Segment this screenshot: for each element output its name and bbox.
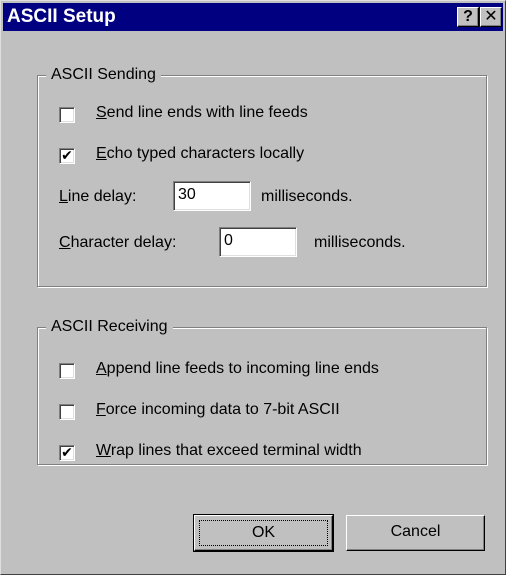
append-linefeeds-label[interactable]: Append line feeds to incoming line ends	[96, 360, 379, 378]
line-delay-accesskey: L	[59, 188, 68, 205]
close-button[interactable]: ✕	[480, 7, 502, 27]
char-delay-text: haracter delay:	[70, 234, 177, 251]
line-delay-unit: milliseconds.	[261, 188, 353, 205]
wrap-text: rap lines that exceed terminal width	[110, 442, 362, 459]
ok-button-label: OK	[199, 520, 328, 546]
line-ends-checkbox[interactable]	[59, 107, 75, 123]
ascii-setup-dialog: ASCII Setup ? ✕ ASCII Sending Send line …	[0, 0, 506, 575]
ascii-receiving-legend: ASCII Receiving	[46, 317, 173, 337]
ok-button[interactable]: OK	[193, 514, 334, 552]
line-ends-accesskey: S	[96, 104, 107, 121]
line-delay-input[interactable]: 30	[173, 181, 251, 211]
append-text: ppend line feeds to incoming line ends	[106, 360, 379, 377]
line-ends-text: end line ends with line feeds	[106, 104, 308, 121]
checkmark-icon: ✔	[61, 444, 73, 460]
ascii-sending-legend: ASCII Sending	[46, 65, 161, 85]
force-7bit-text: orce incoming data to 7-bit ASCII	[105, 401, 340, 418]
echo-text: cho typed characters locally	[106, 145, 305, 162]
append-accesskey: A	[96, 360, 107, 377]
append-linefeeds-checkbox[interactable]	[59, 363, 75, 379]
wrap-accesskey: W	[96, 442, 111, 459]
echo-label[interactable]: Echo typed characters locally	[96, 145, 304, 163]
line-delay-label: Line delay:	[59, 188, 136, 206]
ascii-sending-group: ASCII Sending Send line ends with line f…	[37, 65, 487, 287]
char-delay-input[interactable]: 0	[219, 227, 297, 257]
wrap-lines-label[interactable]: Wrap lines that exceed terminal width	[96, 442, 362, 460]
cancel-button[interactable]: Cancel	[346, 515, 485, 551]
echo-checkbox[interactable]: ✔	[59, 148, 75, 164]
char-delay-unit: milliseconds.	[314, 234, 406, 251]
ascii-receiving-group: ASCII Receiving Append line feeds to inc…	[37, 317, 487, 465]
char-delay-label: Character delay:	[59, 234, 176, 252]
force-7bit-accesskey: F	[96, 401, 106, 418]
checkmark-icon: ✔	[61, 147, 73, 163]
title-bar[interactable]: ASCII Setup ? ✕	[3, 3, 503, 31]
echo-accesskey: E	[96, 145, 107, 162]
wrap-lines-checkbox[interactable]: ✔	[59, 445, 75, 461]
char-delay-accesskey: C	[59, 234, 71, 251]
force-7bit-label[interactable]: Force incoming data to 7-bit ASCII	[96, 401, 340, 419]
window-title: ASCII Setup	[7, 6, 116, 27]
line-ends-label[interactable]: Send line ends with line feeds	[96, 104, 308, 122]
help-button[interactable]: ?	[457, 7, 479, 27]
force-7bit-checkbox[interactable]	[59, 404, 75, 420]
line-delay-text: ine delay:	[67, 188, 137, 205]
